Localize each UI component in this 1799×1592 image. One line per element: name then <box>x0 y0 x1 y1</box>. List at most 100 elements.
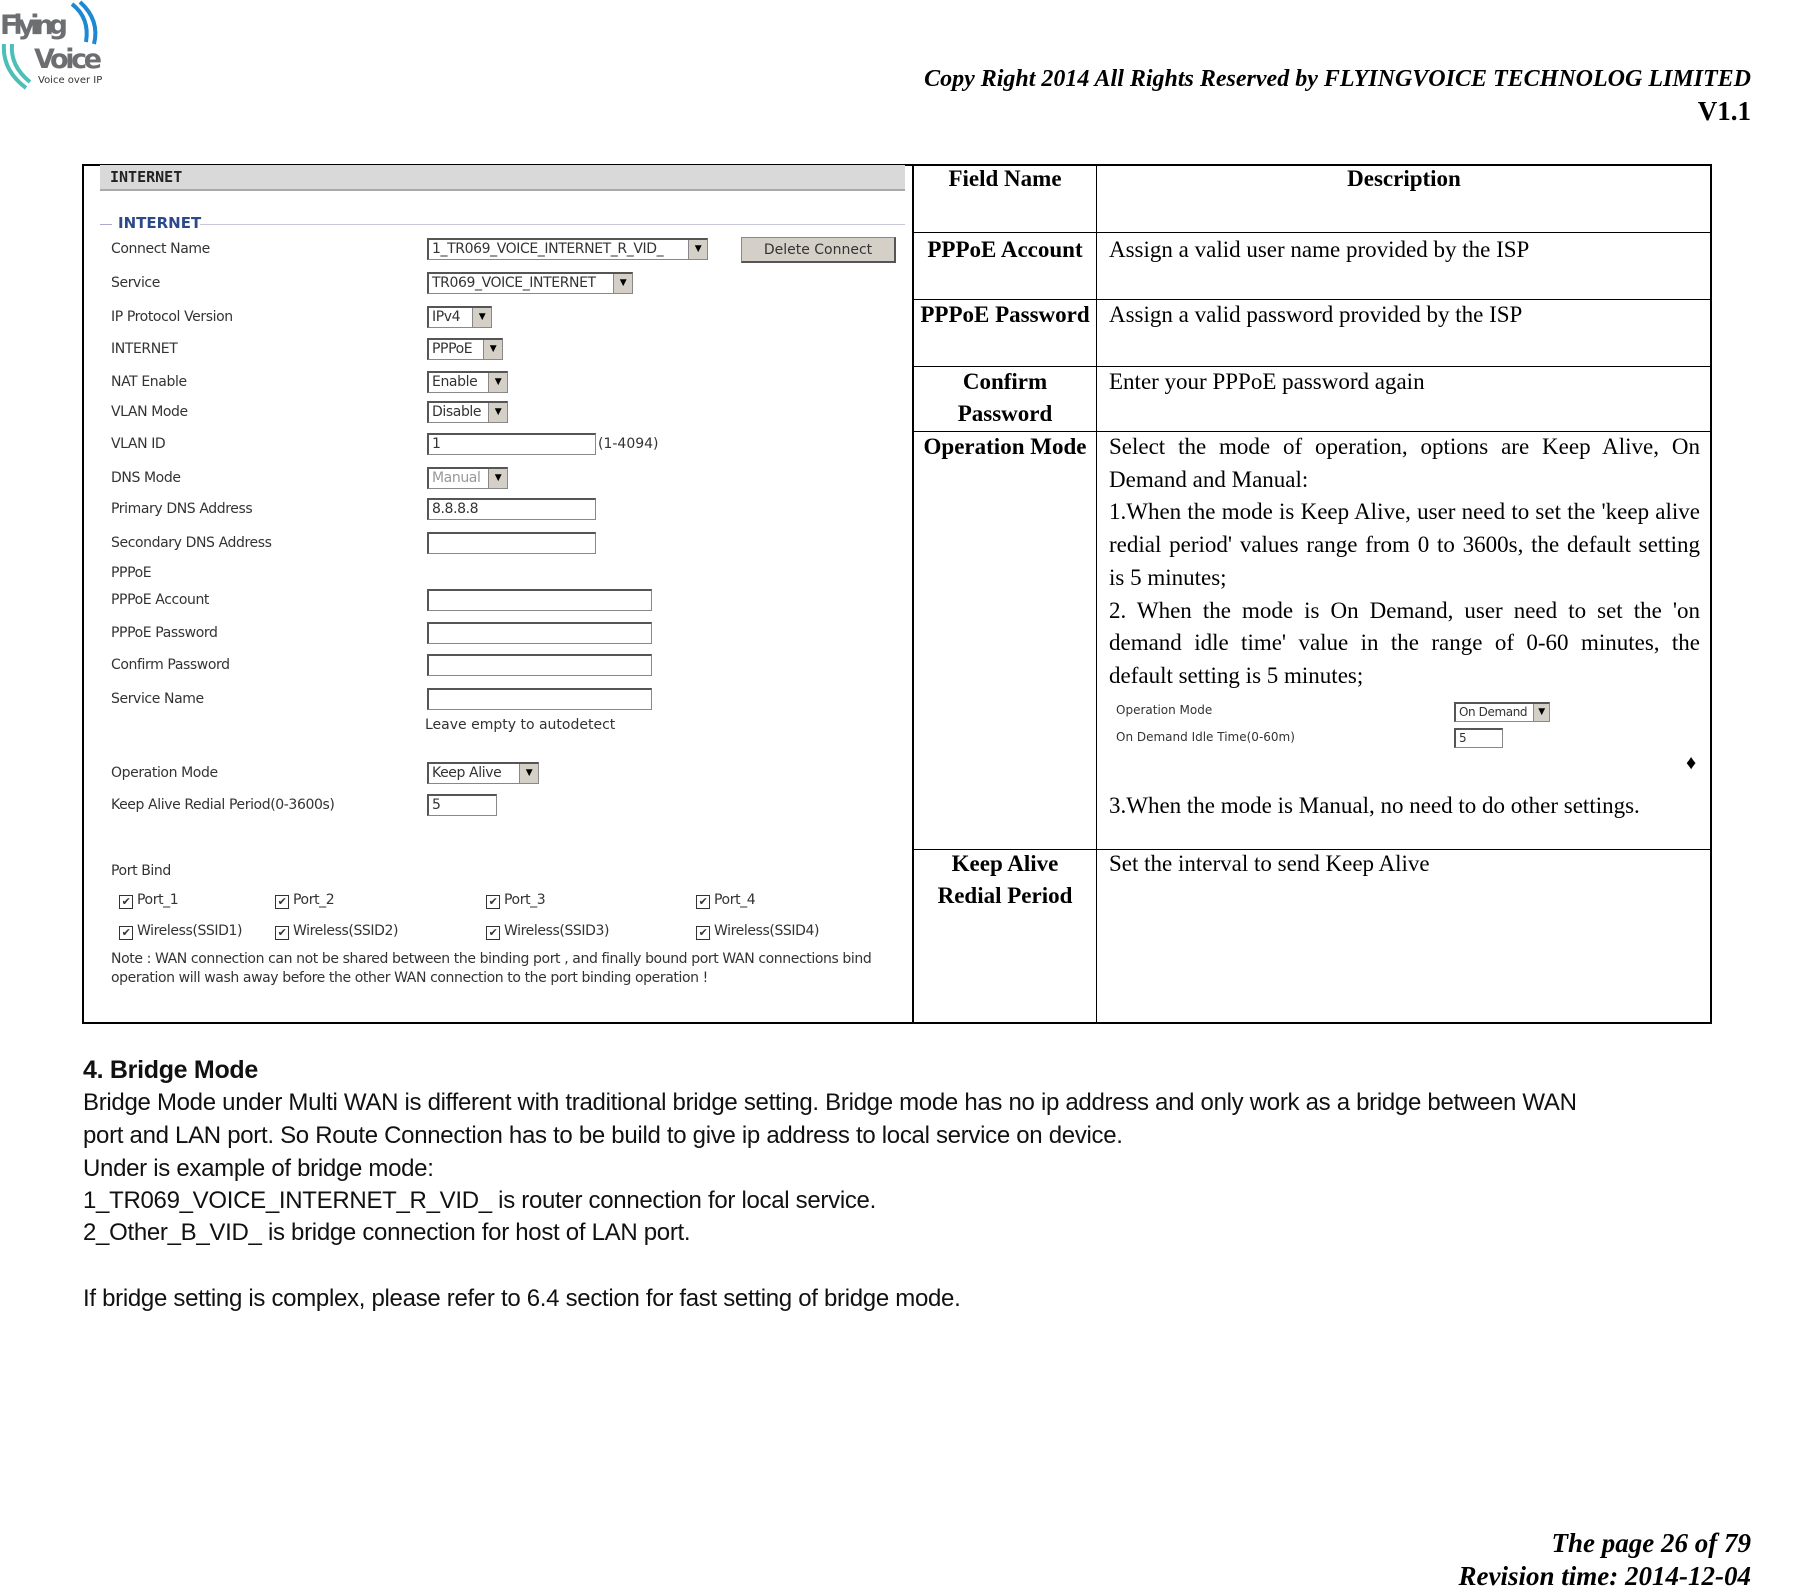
select-value: Manual <box>432 470 481 486</box>
desc-pppoe-account: Assign a valid user name provided by the… <box>1109 237 1530 262</box>
service-select[interactable]: TR069_VOICE_INTERNET ▼ <box>427 272 633 294</box>
vlan-id-range-hint: (1-4094) <box>598 436 659 452</box>
connect-name-select[interactable]: 1_TR069_VOICE_INTERNET_R_VID_ ▼ <box>427 238 708 260</box>
select-value: Keep Alive <box>432 765 502 781</box>
desc-operation-mode-keep-alive: 1.When the mode is Keep Alive, user need… <box>1109 499 1700 590</box>
internet-select[interactable]: PPPoE ▼ <box>427 338 503 360</box>
operation-mode-select[interactable]: Keep Alive ▼ <box>427 762 539 784</box>
port-bind-checkbox[interactable]: ✔ Wireless(SSID2) <box>275 923 398 940</box>
label-pppoe-account: PPPoE Account <box>111 592 210 608</box>
mini-operation-mode-select[interactable]: On Demand ▼ <box>1454 702 1550 722</box>
port-bind-checkbox[interactable]: ✔ Port_4 <box>696 892 756 909</box>
port-label: Port_4 <box>714 892 756 908</box>
port-bind-note-line1: Note : WAN connection can not be shared … <box>111 951 872 967</box>
port-bind-checkbox[interactable]: ✔ Port_1 <box>119 892 179 909</box>
label-operation-mode: Operation Mode <box>111 765 218 781</box>
field-name-keep-alive-redial: Keep Alive Redial Period <box>937 851 1073 908</box>
port-label: Port_1 <box>137 892 179 908</box>
chevron-down-icon: ▼ <box>519 764 538 783</box>
ip-protocol-version-select[interactable]: IPv4 ▼ <box>427 306 492 328</box>
dns-mode-select[interactable]: Manual ▼ <box>427 467 508 489</box>
vlan-mode-select[interactable]: Disable ▼ <box>427 401 508 423</box>
version-label: V1.1 <box>1697 96 1751 126</box>
select-value: IPv4 <box>432 309 461 325</box>
port-bind-checkbox[interactable]: ✔ Wireless(SSID1) <box>119 923 242 940</box>
port-bind-checkbox[interactable]: ✔ Wireless(SSID4) <box>696 923 819 940</box>
field-name-pppoe-account: PPPoE Account <box>927 237 1083 262</box>
bridge-text-line: If bridge setting is complex, please ref… <box>83 1285 961 1312</box>
internet-bar-title: INTERNET <box>110 168 183 186</box>
port-bind-note-line2: operation will wash away before the othe… <box>111 970 708 986</box>
bridge-mode-heading: 4. Bridge Mode <box>83 1056 258 1084</box>
field-name-operation-mode: Operation Mode <box>923 434 1087 459</box>
port-bind-label: Port Bind <box>111 863 171 879</box>
delete-connect-button[interactable]: Delete Connect <box>741 237 896 263</box>
mini-label-operation-mode: Operation Mode <box>1116 703 1213 717</box>
page-number: The page 26 of 79 <box>1551 1528 1751 1558</box>
label-ip-protocol-version: IP Protocol Version <box>111 309 233 325</box>
port-label: Wireless(SSID2) <box>293 923 399 939</box>
port-label: Wireless(SSID1) <box>137 923 243 939</box>
service-name-input[interactable] <box>427 688 652 710</box>
autodetect-hint: Leave empty to autodetect <box>425 717 616 733</box>
svg-text:Flying: Flying <box>0 10 68 41</box>
field-name-confirm-password: Confirm Password <box>957 369 1053 426</box>
bridge-text-line: Bridge Mode under Multi WAN is different… <box>83 1089 1577 1116</box>
label-vlan-id: VLAN ID <box>111 436 166 452</box>
primary-dns-address-input[interactable]: 8.8.8.8 <box>427 498 596 520</box>
select-value: PPPoE <box>432 341 473 357</box>
pppoe-password-input[interactable] <box>427 622 652 644</box>
bridge-text-line: 1_TR069_VOICE_INTERNET_R_VID_ is router … <box>83 1187 876 1214</box>
chevron-down-icon: ▼ <box>488 403 507 422</box>
label-connect-name: Connect Name <box>111 241 210 257</box>
checkbox-checked-icon: ✔ <box>486 926 500 940</box>
label-pppoe-password: PPPoE Password <box>111 625 218 641</box>
label-pppoe: PPPoE <box>111 565 152 581</box>
desc-operation-mode-intro: Select the mode of operation, options ar… <box>1109 434 1700 492</box>
label-service-name: Service Name <box>111 691 204 707</box>
field-name-pppoe-password: PPPoE Password <box>920 302 1090 327</box>
svg-text:Voice: Voice <box>34 44 102 75</box>
keep-alive-redial-period-0-3600s-input[interactable]: 5 <box>427 794 497 816</box>
mini-label-idle-time: On Demand Idle Time(0-60m) <box>1116 730 1295 744</box>
select-value: Disable <box>432 404 482 420</box>
bridge-text-line: Under is example of bridge mode: <box>83 1155 434 1182</box>
desc-confirm-password: Enter your PPPoE password again <box>1109 369 1425 394</box>
select-value: Enable <box>432 374 478 390</box>
checkbox-checked-icon: ✔ <box>119 895 133 909</box>
checkbox-checked-icon: ✔ <box>696 926 710 940</box>
label-internet: INTERNET <box>111 341 178 357</box>
svg-text:Voice over IP: Voice over IP <box>38 75 102 86</box>
port-bind-checkbox[interactable]: ✔ Port_3 <box>486 892 546 909</box>
copyright-header: Copy Right 2014 All Rights Reserved by F… <box>924 66 1751 92</box>
checkbox-checked-icon: ✔ <box>119 926 133 940</box>
port-bind-checkbox[interactable]: ✔ Wireless(SSID3) <box>486 923 609 940</box>
mini-idle-time-input[interactable]: 5 <box>1454 728 1503 748</box>
port-label: Wireless(SSID3) <box>504 923 610 939</box>
desc-operation-mode: Select the mode of operation, options ar… <box>1109 431 1700 693</box>
vlan-id-input[interactable]: 1 <box>427 433 596 455</box>
chevron-down-icon: ▼ <box>1533 704 1549 721</box>
label-keep-alive-redial-period-0-3600s: Keep Alive Redial Period(0-3600s) <box>111 797 335 813</box>
label-confirm-password: Confirm Password <box>111 657 230 673</box>
select-value: TR069_VOICE_INTERNET <box>432 275 596 291</box>
label-vlan-mode: VLAN Mode <box>111 404 188 420</box>
pppoe-account-input[interactable] <box>427 589 652 611</box>
revision-time: Revision time: 2014-12-04 <box>1458 1561 1751 1591</box>
label-primary-dns-address: Primary DNS Address <box>111 501 253 517</box>
internet-section-title: INTERNET <box>118 214 202 232</box>
secondary-dns-address-input[interactable] <box>427 532 596 554</box>
port-bind-checkbox[interactable]: ✔ Port_2 <box>275 892 335 909</box>
chevron-down-icon: ▼ <box>472 308 491 327</box>
internet-title-bar: INTERNET <box>100 165 905 191</box>
desc-operation-mode-manual: 3.When the mode is Manual, no need to do… <box>1109 793 1640 818</box>
checkbox-checked-icon: ✔ <box>696 895 710 909</box>
confirm-password-input[interactable] <box>427 654 652 676</box>
chevron-down-icon: ▼ <box>488 373 507 392</box>
column-header-field-name: Field Name <box>948 166 1062 191</box>
checkbox-checked-icon: ✔ <box>275 926 289 940</box>
label-secondary-dns-address: Secondary DNS Address <box>111 535 272 551</box>
nat-enable-select[interactable]: Enable ▼ <box>427 371 508 393</box>
port-label: Port_2 <box>293 892 335 908</box>
chevron-down-icon: ▼ <box>483 340 502 359</box>
